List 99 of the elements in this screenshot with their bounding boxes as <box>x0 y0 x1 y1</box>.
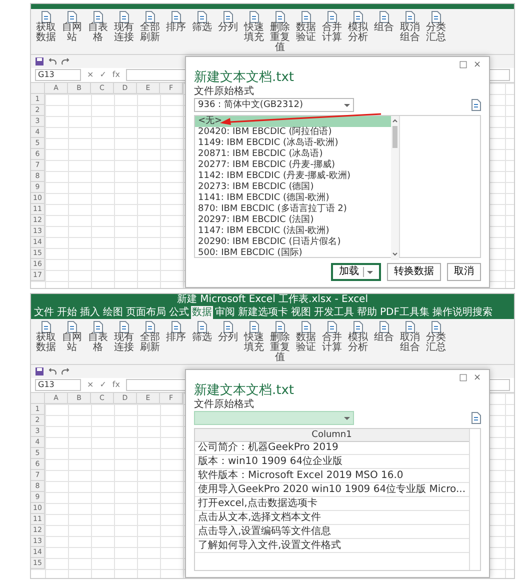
ribbon-tab[interactable]: 插入 <box>79 306 101 319</box>
table-cell: 公司简介：机器GeekPro 2019 <box>195 442 469 455</box>
ribbon-button[interactable]: 全部刷新 <box>139 11 161 52</box>
table-cell: 版本：win10 1909 64位企业版 <box>195 456 469 469</box>
name-box[interactable]: G13 <box>35 379 81 391</box>
window-control[interactable]: × <box>473 372 481 383</box>
list-item[interactable]: 20290: IBM EBCDIC (日语片假名) <box>195 237 391 248</box>
redo-icon <box>61 57 70 66</box>
window-control[interactable]: □ <box>458 372 468 383</box>
table-cell: 使用导入GeekPro 2020 win10 1909 64位专业版 Micro... <box>195 484 469 497</box>
dialog-button[interactable]: 取消 <box>447 263 481 281</box>
ribbon-button[interactable]: 合并计算 <box>321 11 343 52</box>
table-cell: 点击从文本,选择文档本文件 <box>195 512 469 525</box>
undo-icon <box>48 367 57 376</box>
caret-icon <box>367 270 373 274</box>
ribbon-button[interactable]: 现有连接 <box>113 321 135 362</box>
redo-icon <box>61 367 70 376</box>
ribbon-tab[interactable]: 页面布局 <box>125 306 167 319</box>
field-label: 文件原始格式 <box>194 86 254 98</box>
list-item[interactable]: 1149: IBM EBCDIC (冰岛语-欧洲) <box>195 138 391 149</box>
select-all-corner[interactable] <box>31 83 45 94</box>
ribbon-button[interactable]: 现有连接 <box>113 11 135 52</box>
list-item[interactable]: 1141: IBM EBCDIC (德国-欧洲) <box>195 193 391 204</box>
dialog-title: 新建文本文档.txt <box>194 383 294 398</box>
formula-symbol[interactable]: × <box>87 379 94 391</box>
ribbon-button[interactable]: 获取数据 <box>35 321 57 362</box>
table-cell: 打开excel,点击数据选项卡 <box>195 498 469 511</box>
formula-symbol[interactable]: ✓ <box>100 379 106 391</box>
list-item[interactable]: 20277: IBM EBCDIC (丹麦-挪威) <box>195 160 391 171</box>
ribbon-button[interactable]: 自表格 <box>87 11 109 52</box>
select-all-corner[interactable] <box>31 393 45 404</box>
encoding-dropdown[interactable] <box>194 411 354 425</box>
ribbon-button[interactable]: 快速填充 <box>243 11 265 52</box>
ribbon-button[interactable]: 分列 <box>217 11 239 52</box>
formula-symbol[interactable]: ✓ <box>100 69 106 81</box>
table-cell: 软件版本：Microsoft Excel 2019 MSO 16.0 <box>195 470 469 483</box>
dialog-button[interactable]: 转换数据 <box>387 263 441 281</box>
ribbon-tab[interactable]: 开发工具 <box>313 306 355 319</box>
ribbon-button[interactable]: 模拟分析 <box>347 321 369 362</box>
ribbon-button[interactable]: 取消组合 <box>399 321 421 362</box>
undo-icon <box>48 57 57 66</box>
ribbon-button[interactable]: 快速填充 <box>243 321 265 362</box>
ribbon-button[interactable]: 删除重复值 <box>269 321 291 362</box>
ribbon-tab[interactable]: PDF工具集 <box>379 306 430 319</box>
table-cell: 了解如何导入文件,设置文件格式 <box>195 540 469 553</box>
ribbon-button[interactable]: 分类汇总 <box>425 11 447 52</box>
column-header: Column1 <box>195 429 469 442</box>
ribbon-tab[interactable]: 绘图 <box>102 306 124 319</box>
list-item[interactable]: 20297: IBM EBCDIC (法国) <box>195 215 391 226</box>
ribbon-button[interactable]: 组合 <box>373 321 395 362</box>
list-item[interactable]: 20273: IBM EBCDIC (德国) <box>195 182 391 193</box>
scrollbar[interactable] <box>391 116 399 260</box>
list-item[interactable]: <无> <box>195 116 391 127</box>
ribbon-tab[interactable]: 公式 <box>168 306 190 319</box>
ribbon-button[interactable]: 筛选 <box>191 321 213 362</box>
ribbon-tab[interactable]: 文件 <box>33 306 55 319</box>
ribbon-button[interactable]: 排序 <box>165 321 187 362</box>
split-button[interactable]: 加载 <box>331 263 381 281</box>
ribbon-button[interactable]: 分类汇总 <box>425 321 447 362</box>
list-item[interactable]: 870: IBM EBCDIC (多语言拉丁语 2) <box>195 204 391 215</box>
formula-symbol[interactable]: fx <box>112 69 120 81</box>
ribbon-button[interactable]: 获取数据 <box>35 11 57 52</box>
ribbon-button[interactable]: 取消组合 <box>399 11 421 52</box>
ribbon-button[interactable]: 删除重复值 <box>269 11 291 52</box>
list-item[interactable]: 20871: IBM EBCDIC (冰岛语) <box>195 149 391 160</box>
name-box[interactable]: G13 <box>35 69 81 81</box>
ribbon-tab[interactable]: 数据 <box>191 306 213 319</box>
ribbon-button[interactable]: 自网站 <box>61 321 83 362</box>
ribbon-tab[interactable]: 帮助 <box>356 306 378 319</box>
formula-symbol[interactable]: fx <box>112 379 120 391</box>
list-item[interactable]: 1147: IBM EBCDIC (法国-欧洲) <box>195 226 391 237</box>
list-item[interactable]: 500: IBM EBCDIC (国际) <box>195 248 391 259</box>
document-icon[interactable] <box>471 412 481 424</box>
ribbon-button[interactable]: 全部刷新 <box>139 321 161 362</box>
ribbon-button[interactable]: 数据验证 <box>295 11 317 52</box>
ribbon-tab[interactable]: 新建选项卡 <box>237 306 289 319</box>
ribbon-button[interactable]: 数据验证 <box>295 321 317 362</box>
list-item[interactable]: 1142: IBM EBCDIC (丹麦-挪威-欧洲) <box>195 171 391 182</box>
encoding-dropdown[interactable]: 936 : 简体中文(GB2312) <box>194 98 354 112</box>
ribbon-tab[interactable]: 开始 <box>56 306 78 319</box>
formula-symbol[interactable]: × <box>87 69 94 81</box>
ribbon-tab[interactable]: 视图 <box>290 306 312 319</box>
ribbon-tab[interactable]: 审阅 <box>214 306 236 319</box>
ribbon-button[interactable]: 排序 <box>165 11 187 52</box>
field-label: 文件原始格式 <box>194 399 254 411</box>
dialog-title: 新建文本文档.txt <box>194 70 294 86</box>
ribbon-button[interactable]: 筛选 <box>191 11 213 52</box>
ribbon-button[interactable]: 组合 <box>373 11 395 52</box>
ribbon-button[interactable]: 自表格 <box>87 321 109 362</box>
ribbon-button[interactable]: 分列 <box>217 321 239 362</box>
list-item[interactable]: 20420: IBM EBCDIC (阿拉伯语) <box>195 127 391 138</box>
ribbon-button[interactable]: 自网站 <box>61 11 83 52</box>
window-control[interactable]: □ <box>458 59 468 70</box>
ribbon-button[interactable]: 合并计算 <box>321 321 343 362</box>
document-icon[interactable] <box>471 99 481 111</box>
table-cell: 点击导入,设置编码等文件信息 <box>195 526 469 539</box>
window-control[interactable]: × <box>473 59 481 70</box>
ribbon-tab[interactable]: 操作说明搜索 <box>431 306 494 319</box>
ribbon-button[interactable]: 模拟分析 <box>347 11 369 52</box>
